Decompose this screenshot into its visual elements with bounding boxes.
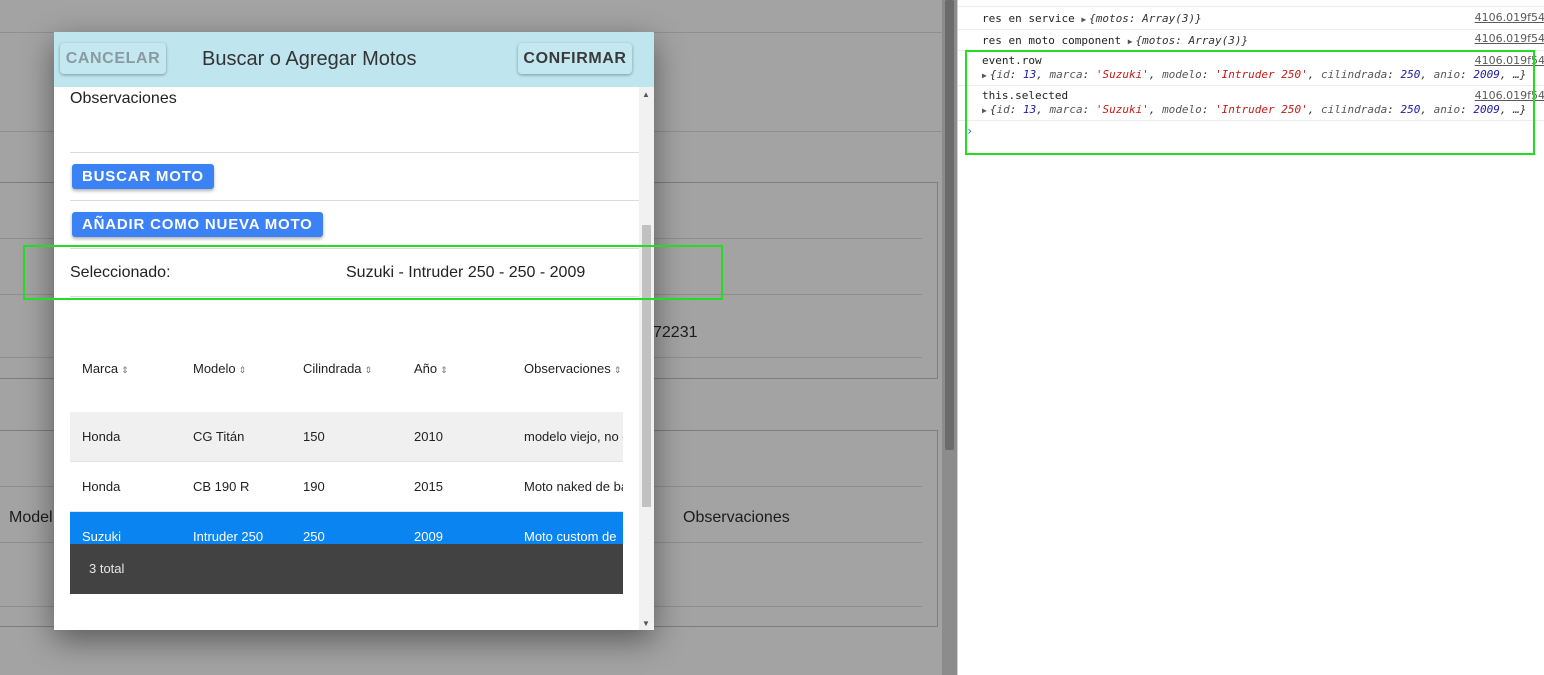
search-moto-dialog: CANCELAR Buscar o Agregar Motos CONFIRMA… [54,32,654,630]
cell-anio: 2010 [414,429,443,444]
console-label: res en service [982,12,1075,25]
cell-marca: Suzuki [82,529,122,544]
cancel-button[interactable]: CANCELAR [60,43,166,74]
column-header-anio[interactable]: Año ⇕ [414,361,448,376]
bg-col-observaciones: Observaciones [683,509,790,526]
column-header-cilindrada[interactable]: Cilindrada ⇕ [303,361,372,376]
console-line: res en moto component ▶ {motos: Array(3)}… [958,30,1544,51]
observaciones-field[interactable]: Observaciones [70,90,177,108]
dialog-header: CANCELAR Buscar o Agregar Motos CONFIRMA… [54,32,654,87]
table-footer: 3 total [70,544,623,594]
console-source-link[interactable]: 4106.019f54 [1475,32,1544,45]
console-object[interactable]: {motos: Array(3)} [1089,12,1202,25]
page-scrollbar[interactable] [942,0,957,675]
divider [70,200,639,201]
cell-marca: Honda [82,429,121,444]
cell-anio: 2009 [414,529,443,544]
cell-observaciones: modelo viejo, no c [524,429,623,444]
console-label: res en moto component [982,34,1122,47]
sort-icon[interactable]: ⇕ [440,365,448,375]
field-underline [70,152,639,153]
scroll-down-arrow-icon[interactable]: ▼ [642,619,650,628]
sort-icon[interactable]: ⇕ [121,365,129,375]
confirm-button[interactable]: CONFIRMAR [518,43,632,74]
console-source-link[interactable]: 4106.019f54 [1475,11,1544,24]
cell-modelo: CG Titán [193,429,245,444]
console-line: res en service ▶ {motos: Array(3)} 4106.0… [958,8,1544,30]
highlight-box-console [965,50,1535,155]
sort-icon[interactable]: ⇕ [239,365,247,375]
sort-icon[interactable]: ⇕ [365,365,373,375]
cell-cilindrada: 250 [303,529,325,544]
console-line-clipped [958,0,1544,7]
sort-icon[interactable]: ⇕ [614,365,622,375]
cell-observaciones: Moto naked de ba [524,479,623,494]
dialog-scrollbar[interactable]: ▲ ▼ [639,87,654,630]
column-header-marca[interactable]: Marca ⇕ [82,361,129,376]
cell-cilindrada: 150 [303,429,325,444]
cell-modelo: Intruder 250 [193,529,264,544]
total-count: 3 total [89,561,125,576]
cell-anio: 2015 [414,479,443,494]
console-object[interactable]: {motos: Array(3)} [1136,34,1249,47]
expand-triangle-icon[interactable]: ▶ [1128,37,1133,46]
highlight-box-selected [23,245,723,300]
column-header-observaciones[interactable]: Observaciones ⇕ [524,361,621,376]
table-row[interactable]: Honda CG Titán 150 2010 modelo viejo, no… [70,412,623,462]
table-row[interactable]: Honda CB 190 R 190 2015 Moto naked de ba [70,462,623,512]
cell-marca: Honda [82,479,121,494]
buscar-moto-button[interactable]: BUSCAR MOTO [72,164,214,189]
bg-number-text: 72231 [653,324,698,341]
cell-cilindrada: 190 [303,479,325,494]
add-new-moto-button[interactable]: AÑADIR COMO NUEVA MOTO [72,212,323,237]
cell-modelo: CB 190 R [193,479,250,494]
cell-observaciones: Moto custom de [524,529,617,544]
expand-triangle-icon[interactable]: ▶ [1081,15,1086,24]
bg-col-model: Model [9,509,53,526]
column-header-modelo[interactable]: Modelo ⇕ [193,361,246,376]
scroll-up-arrow-icon[interactable]: ▲ [642,90,650,99]
dialog-title: Buscar o Agregar Motos [202,48,417,70]
dialog-body: Observaciones BUSCAR MOTO AÑADIR COMO NU… [54,87,654,630]
table-header: Marca ⇕ Modelo ⇕ Cilindrada ⇕ Año ⇕ Observac… [70,332,623,412]
page-scroll-thumb[interactable] [945,0,954,450]
